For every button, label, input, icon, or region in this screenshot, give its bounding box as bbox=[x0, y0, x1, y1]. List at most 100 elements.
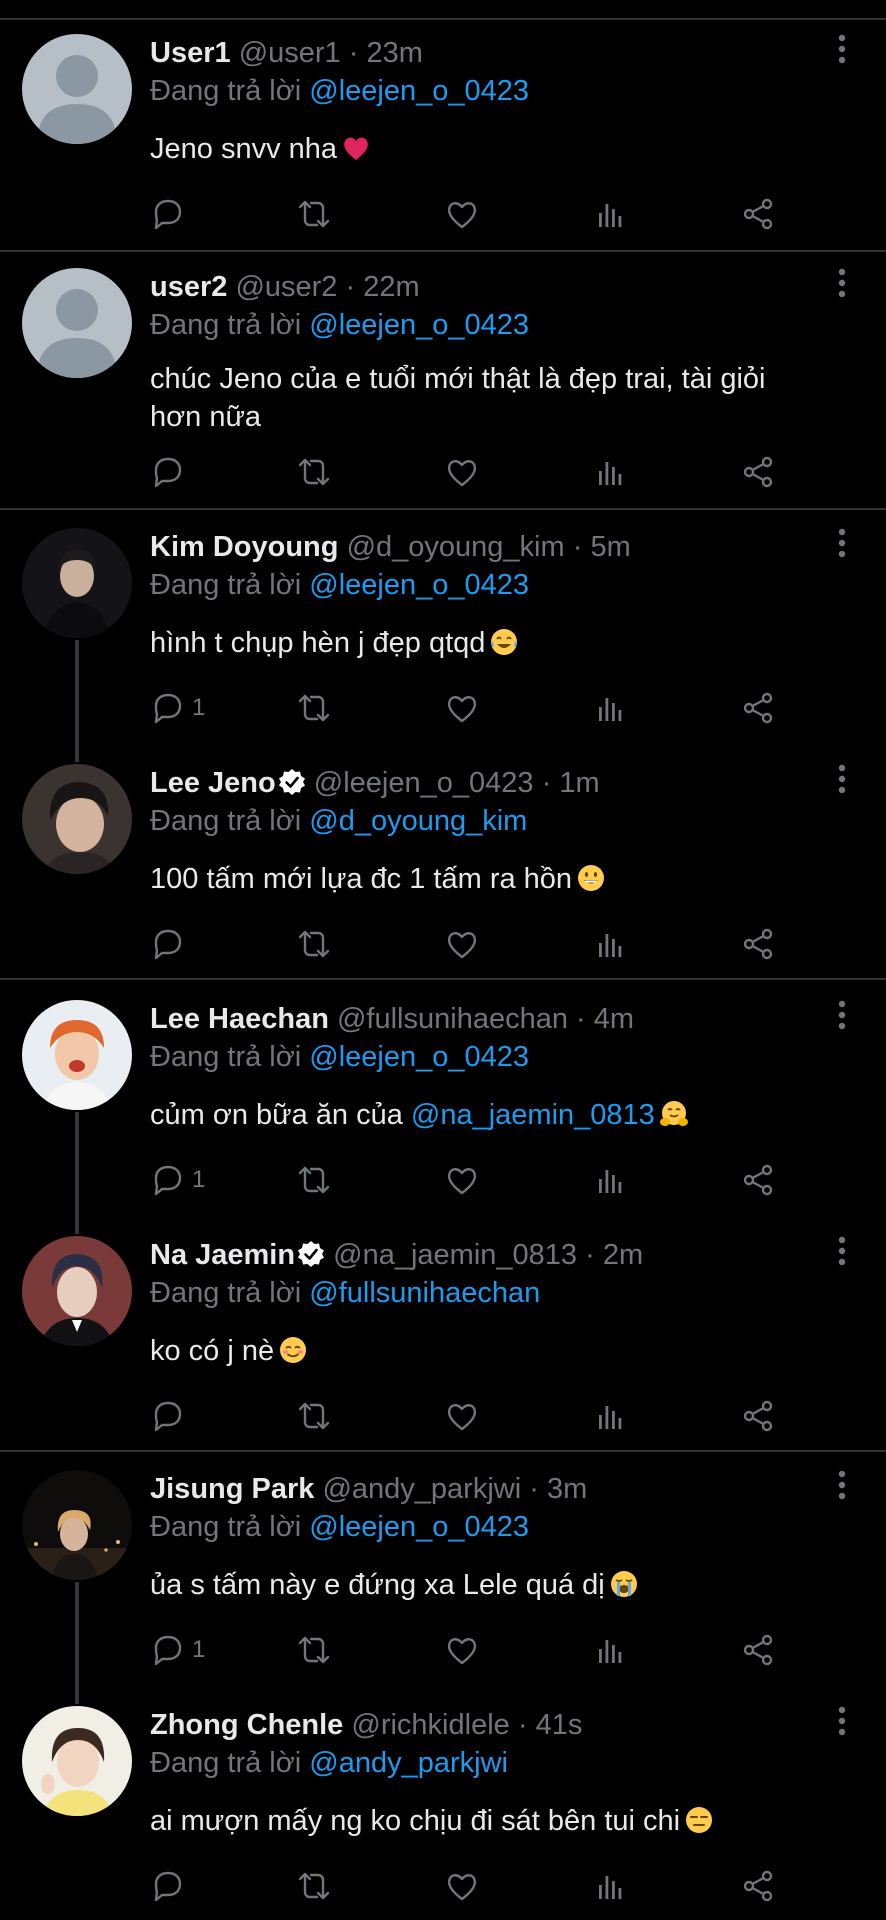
retweet-button[interactable] bbox=[296, 1866, 332, 1906]
avatar[interactable] bbox=[22, 34, 132, 144]
views-button[interactable] bbox=[592, 452, 628, 492]
reply-button[interactable]: 1 bbox=[150, 688, 205, 728]
retweet-button[interactable] bbox=[296, 1630, 332, 1670]
retweet-button[interactable] bbox=[296, 452, 332, 492]
replying-to-mention[interactable]: @leejen_o_0423 bbox=[309, 75, 529, 107]
more-options-icon[interactable] bbox=[838, 34, 846, 64]
avatar[interactable] bbox=[22, 1000, 132, 1110]
retweet-button[interactable] bbox=[296, 194, 332, 234]
like-button[interactable] bbox=[444, 1160, 480, 1200]
share-button[interactable] bbox=[740, 1866, 776, 1906]
reply-button[interactable]: 1 bbox=[150, 1160, 205, 1200]
share-button[interactable] bbox=[740, 1396, 776, 1436]
display-name[interactable]: Lee Haechan bbox=[150, 1003, 329, 1035]
display-name[interactable]: User1 bbox=[150, 37, 231, 69]
share-button[interactable] bbox=[740, 924, 776, 964]
avatar[interactable] bbox=[22, 1470, 132, 1580]
user-handle[interactable]: @richkidlele bbox=[351, 1709, 509, 1741]
avatar[interactable] bbox=[22, 1236, 132, 1346]
tweet-user2[interactable]: user2 @user2 · 22m Đang trả lời @leejen_… bbox=[0, 268, 886, 498]
timestamp[interactable]: 3m bbox=[547, 1473, 587, 1505]
display-name[interactable]: Kim Doyoung bbox=[150, 531, 339, 563]
like-button[interactable] bbox=[444, 1630, 480, 1670]
display-name[interactable]: Na Jaemin bbox=[150, 1239, 295, 1271]
replying-to-mention[interactable]: @fullsunihaechan bbox=[309, 1277, 540, 1309]
replying-to-mention[interactable]: @andy_parkjwi bbox=[309, 1747, 508, 1779]
tweet-kim-doyoung[interactable]: Kim Doyoung @d_oyoung_kim · 5m Đang trả … bbox=[0, 528, 886, 728]
more-options-icon[interactable] bbox=[838, 1000, 846, 1030]
display-name[interactable]: Lee Jeno bbox=[150, 767, 276, 799]
views-button[interactable] bbox=[592, 688, 628, 728]
tweet-na-jaemin[interactable]: Na Jaemin @na_jaemin_0813 · 2m Đang trả … bbox=[0, 1236, 886, 1436]
more-options-icon[interactable] bbox=[838, 528, 846, 558]
display-name[interactable]: Zhong Chenle bbox=[150, 1709, 343, 1741]
timestamp[interactable]: 2m bbox=[603, 1239, 643, 1271]
views-button[interactable] bbox=[592, 194, 628, 234]
retweet-button[interactable] bbox=[296, 1396, 332, 1436]
like-button[interactable] bbox=[444, 924, 480, 964]
timestamp[interactable]: 22m bbox=[363, 271, 419, 303]
reply-button[interactable] bbox=[150, 452, 192, 492]
views-button[interactable] bbox=[592, 1866, 628, 1906]
avatar[interactable] bbox=[22, 528, 132, 638]
display-name[interactable]: Jisung Park bbox=[150, 1473, 314, 1505]
reply-button[interactable] bbox=[150, 924, 192, 964]
timestamp[interactable]: 1m bbox=[559, 767, 599, 799]
replying-to-mention[interactable]: @leejen_o_0423 bbox=[309, 569, 529, 601]
views-button[interactable] bbox=[592, 1160, 628, 1200]
reply-button[interactable] bbox=[150, 194, 192, 234]
user-handle[interactable]: @user1 bbox=[239, 37, 341, 69]
views-button[interactable] bbox=[592, 924, 628, 964]
more-options-icon[interactable] bbox=[838, 1470, 846, 1500]
display-name[interactable]: user2 bbox=[150, 271, 227, 303]
tweet-user1[interactable]: User1 @user1 · 23m Đang trả lời @leejen_… bbox=[0, 34, 886, 234]
avatar[interactable] bbox=[22, 1706, 132, 1816]
share-button[interactable] bbox=[740, 688, 776, 728]
expressionless-face-icon bbox=[684, 1805, 714, 1835]
more-options-icon[interactable] bbox=[838, 1706, 846, 1736]
views-button[interactable] bbox=[592, 1396, 628, 1436]
more-options-icon[interactable] bbox=[838, 268, 846, 298]
timestamp[interactable]: 4m bbox=[594, 1003, 634, 1035]
like-button[interactable] bbox=[444, 1396, 480, 1436]
user-handle[interactable]: @fullsunihaechan bbox=[337, 1003, 568, 1035]
tweet-lee-haechan[interactable]: Lee Haechan @fullsunihaechan · 4m Đang t… bbox=[0, 1000, 886, 1200]
share-button[interactable] bbox=[740, 194, 776, 234]
reply-button[interactable]: 1 bbox=[150, 1630, 205, 1670]
timestamp[interactable]: 5m bbox=[590, 531, 630, 563]
user-handle[interactable]: @na_jaemin_0813 bbox=[333, 1239, 577, 1271]
more-options-icon[interactable] bbox=[838, 764, 846, 794]
reply-button[interactable] bbox=[150, 1866, 192, 1906]
tweet-jisung-park[interactable]: Jisung Park @andy_parkjwi · 3m Đang trả … bbox=[0, 1470, 886, 1670]
views-button[interactable] bbox=[592, 1630, 628, 1670]
replying-to-mention[interactable]: @d_oyoung_kim bbox=[309, 805, 527, 837]
retweet-button[interactable] bbox=[296, 924, 332, 964]
replying-to-mention[interactable]: @leejen_o_0423 bbox=[309, 1041, 529, 1073]
action-bar bbox=[150, 452, 790, 492]
user-handle[interactable]: @leejen_o_0423 bbox=[314, 767, 534, 799]
share-button[interactable] bbox=[740, 1630, 776, 1670]
replying-to-mention[interactable]: @leejen_o_0423 bbox=[309, 1511, 529, 1543]
reply-button[interactable] bbox=[150, 1396, 192, 1436]
timestamp[interactable]: 41s bbox=[536, 1709, 583, 1741]
like-button[interactable] bbox=[444, 688, 480, 728]
avatar[interactable] bbox=[22, 268, 132, 378]
tweet-mention-link[interactable]: @na_jaemin_0813 bbox=[411, 1099, 655, 1131]
avatar[interactable] bbox=[22, 764, 132, 874]
tweet-text-body: ai mượn mấy ng ko chịu đi sát bên tui ch… bbox=[150, 1805, 681, 1837]
share-button[interactable] bbox=[740, 452, 776, 492]
user-handle[interactable]: @andy_parkjwi bbox=[322, 1473, 521, 1505]
user-handle[interactable]: @d_oyoung_kim bbox=[347, 531, 565, 563]
timestamp[interactable]: 23m bbox=[366, 37, 422, 69]
share-button[interactable] bbox=[740, 1160, 776, 1200]
retweet-button[interactable] bbox=[296, 1160, 332, 1200]
tweet-lee-jeno[interactable]: Lee Jeno @leejen_o_0423 · 1m Đang trả lờ… bbox=[0, 764, 886, 964]
replying-to-mention[interactable]: @leejen_o_0423 bbox=[309, 309, 529, 341]
like-button[interactable] bbox=[444, 194, 480, 234]
tweet-zhong-chenle[interactable]: Zhong Chenle @richkidlele · 41s Đang trả… bbox=[0, 1706, 886, 1906]
like-button[interactable] bbox=[444, 452, 480, 492]
more-options-icon[interactable] bbox=[838, 1236, 846, 1266]
user-handle[interactable]: @user2 bbox=[235, 271, 337, 303]
retweet-button[interactable] bbox=[296, 688, 332, 728]
like-button[interactable] bbox=[444, 1866, 480, 1906]
